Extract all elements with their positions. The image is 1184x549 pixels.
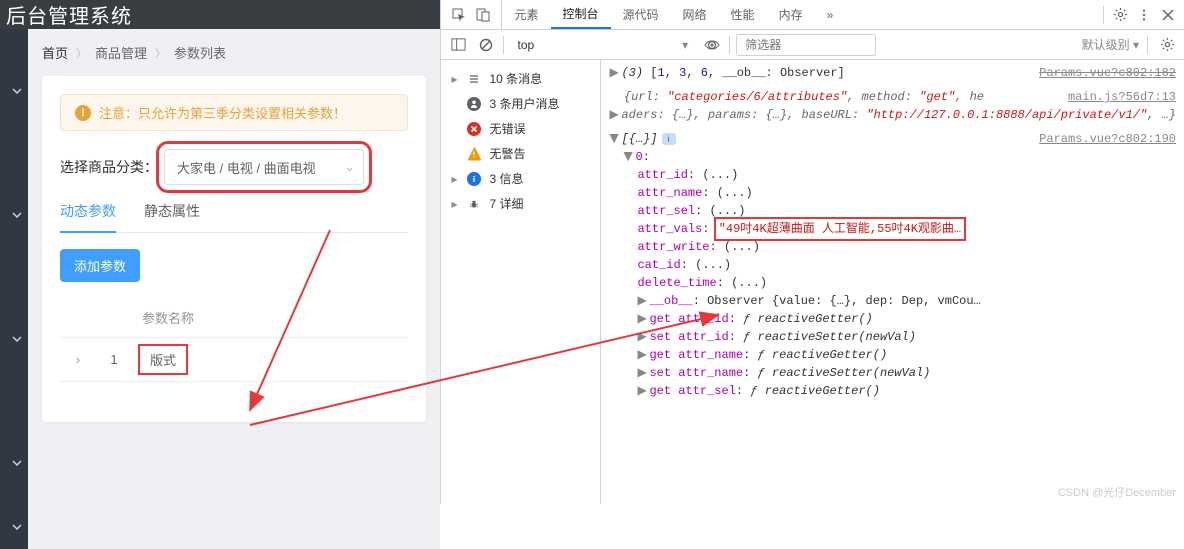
- breadcrumb-page: 参数列表: [174, 43, 226, 62]
- warning-icon: [467, 147, 481, 161]
- console-line[interactable]: ▶get attr_name: ƒ reactiveGetter(): [609, 346, 1176, 364]
- tab-static[interactable]: 静态属性: [144, 201, 200, 232]
- tab-sources[interactable]: 源代码: [611, 0, 671, 29]
- console-line[interactable]: attr_name: (...): [609, 184, 1176, 202]
- error-icon: [467, 122, 481, 136]
- console-line[interactable]: ▶set attr_id: ƒ reactiveSetter(newVal): [609, 328, 1176, 346]
- console-line[interactable]: ▶0:: [609, 148, 1176, 166]
- param-name-cell: 版式: [142, 348, 184, 371]
- alert-text: 注意：只允许为第三季分类设置相关参数！: [99, 103, 346, 122]
- console-line[interactable]: ▶set attr_name: ƒ reactiveSetter(newVal): [609, 364, 1176, 382]
- breadcrumb-home[interactable]: 首页: [42, 43, 68, 62]
- console-line-attr-vals[interactable]: attr_vals: "49吋4K超薄曲面 人工智能,55吋4K观影曲…: [609, 220, 1176, 238]
- console-line[interactable]: attr_id: (...): [609, 166, 1176, 184]
- category-cascader[interactable]: 大家电 / 电视 / 曲面电视 ⌄: [164, 149, 364, 185]
- tab-elements[interactable]: 元素: [502, 0, 550, 29]
- caret-icon: ▸: [451, 72, 459, 86]
- context-label: top: [517, 38, 534, 52]
- chevron-right-icon: 〉: [76, 45, 87, 61]
- filter-input[interactable]: [736, 34, 876, 56]
- user-icon: [467, 97, 481, 111]
- devtools-topbar: 元素 控制台 源代码 网络 性能 内存 »: [441, 0, 1184, 30]
- messages-verbose[interactable]: ▸ 7 详细: [441, 191, 600, 216]
- chevron-right-icon: 〉: [155, 45, 166, 61]
- message-sidebar: ▸ 10 条消息 3 条用户消息 无错误 无警告 ▸: [441, 60, 601, 504]
- tab-performance[interactable]: 性能: [719, 0, 767, 29]
- tab-memory[interactable]: 内存: [767, 0, 815, 29]
- info-icon: [467, 172, 481, 186]
- cascader-value: 大家电 / 电视 / 曲面电视: [177, 158, 316, 177]
- tab-network[interactable]: 网络: [671, 0, 719, 29]
- settings-icon[interactable]: [1110, 5, 1130, 25]
- tabs: 动态参数 静态属性: [60, 201, 408, 233]
- console-line[interactable]: attr_write: (...): [609, 238, 1176, 256]
- live-expression-icon[interactable]: [701, 34, 723, 56]
- caret-icon: ▸: [451, 172, 459, 186]
- chevron-down-icon: ⌄: [344, 159, 355, 175]
- breadcrumb: 首页 〉 商品管理 〉 参数列表: [42, 43, 426, 62]
- main-card: ! 注意：只允许为第三季分类设置相关参数！ 选择商品分类： 大家电 / 电视 /…: [42, 76, 426, 422]
- col-name: 参数名称: [132, 298, 408, 338]
- add-param-button[interactable]: 添加参数: [60, 249, 140, 282]
- clear-console-icon[interactable]: [475, 34, 497, 56]
- close-icon[interactable]: [1158, 5, 1178, 25]
- messages-all[interactable]: ▸ 10 条消息: [441, 66, 600, 91]
- tab-console[interactable]: 控制台: [551, 0, 611, 29]
- console-line[interactable]: attr_sel: (...): [609, 202, 1176, 220]
- sidebar-nav: [0, 29, 28, 549]
- console-line[interactable]: cat_id: (...): [609, 256, 1176, 274]
- sidebar-item[interactable]: [0, 441, 28, 485]
- expand-icon[interactable]: ›: [76, 352, 80, 367]
- inspect-icon[interactable]: [449, 5, 469, 25]
- tab-dynamic[interactable]: 动态参数: [60, 201, 116, 233]
- console-line[interactable]: ▶get attr_sel: ƒ reactiveGetter(): [609, 382, 1176, 400]
- watermark: CSDN @光仔December: [1058, 484, 1176, 500]
- app-title: 后台管理系统: [6, 0, 132, 29]
- chevron-down-icon: ▾: [682, 38, 688, 52]
- source-link[interactable]: Params.vue?c802:182: [1039, 64, 1176, 82]
- table-row[interactable]: › 1 版式: [60, 338, 408, 382]
- messages-errors[interactable]: 无错误: [441, 116, 600, 141]
- breadcrumb-group[interactable]: 商品管理: [95, 43, 147, 62]
- bug-icon: [467, 197, 481, 211]
- list-icon: [467, 72, 481, 86]
- info-badge-icon: i: [662, 133, 676, 145]
- settings-icon[interactable]: [1156, 34, 1178, 56]
- tab-more[interactable]: »: [815, 0, 846, 29]
- source-link[interactable]: main.js?56d7:13: [1068, 88, 1176, 106]
- context-selector[interactable]: top ▾: [510, 35, 695, 55]
- messages-info[interactable]: ▸ 3 信息: [441, 166, 600, 191]
- sidebar-toggle-icon[interactable]: [447, 34, 469, 56]
- sidebar-item[interactable]: [0, 69, 28, 113]
- sidebar-item[interactable]: [0, 317, 28, 361]
- warning-icon: !: [75, 105, 91, 121]
- console-line[interactable]: ▶aders: {…}, params: {…}, baseURL: "http…: [609, 106, 1176, 124]
- sidebar-item[interactable]: [0, 193, 28, 237]
- row-index: 1: [96, 338, 132, 382]
- app-titlebar: 后台管理系统: [0, 0, 440, 29]
- source-link[interactable]: Params.vue?c802:190: [1039, 130, 1176, 148]
- messages-user[interactable]: 3 条用户消息: [441, 91, 600, 116]
- level-selector[interactable]: 默认级别 ▾: [1082, 36, 1139, 53]
- sidebar-item[interactable]: [0, 505, 28, 549]
- col-expand: [60, 298, 96, 338]
- caret-icon: ▸: [451, 197, 459, 211]
- console-line[interactable]: ▶__ob__: Observer {value: {…}, dep: Dep,…: [609, 292, 1176, 310]
- cascader-label: 选择商品分类：: [60, 157, 158, 177]
- params-table: 参数名称 › 1 版式: [60, 298, 408, 382]
- more-icon[interactable]: [1134, 5, 1154, 25]
- messages-warnings[interactable]: 无警告: [441, 141, 600, 166]
- console-line[interactable]: delete_time: (...): [609, 274, 1176, 292]
- separator: [1103, 6, 1104, 24]
- device-toggle-icon[interactable]: [473, 5, 493, 25]
- console-output: Params.vue?c802:182 ▶(3) [1, 3, 6, __ob_…: [601, 60, 1184, 504]
- console-line[interactable]: ▶get attr_id: ƒ reactiveGetter(): [609, 310, 1176, 328]
- col-index: [96, 298, 132, 338]
- console-toolbar: top ▾ 默认级别 ▾: [441, 30, 1184, 60]
- warning-alert: ! 注意：只允许为第三季分类设置相关参数！: [60, 94, 408, 131]
